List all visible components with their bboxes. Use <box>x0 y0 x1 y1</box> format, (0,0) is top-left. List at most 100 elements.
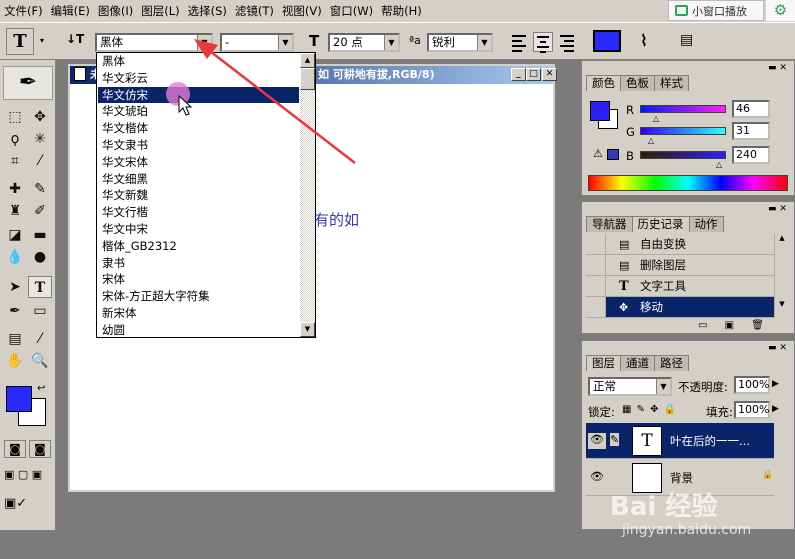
anti-alias-select[interactable]: 锐利 ▼ <box>427 33 493 52</box>
crop-tool-icon[interactable]: ⌗ <box>3 150 27 172</box>
eye-icon[interactable]: 👁 <box>588 433 606 449</box>
gear-icon[interactable]: ⚙ <box>766 0 795 21</box>
scroll-down-button[interactable]: ▼ <box>300 322 315 337</box>
font-option[interactable]: 华文中宋 <box>98 221 299 238</box>
font-option[interactable]: 华文细黑 <box>98 171 299 188</box>
menu-select[interactable]: 选择(S) <box>184 3 231 19</box>
blend-mode-select[interactable]: 正常 ▼ <box>588 377 672 396</box>
color-spectrum-bar[interactable] <box>588 175 788 191</box>
lock-icons[interactable]: ▦ ✎ ✥ 🔒 <box>622 404 676 415</box>
eraser-tool-icon[interactable]: ◪ <box>3 224 27 246</box>
healing-brush-icon[interactable]: ✚ <box>3 178 27 200</box>
canvas-text[interactable]: 有的如 <box>314 209 359 230</box>
font-option[interactable]: 楷体_GB2312 <box>98 238 299 255</box>
tab-navigator[interactable]: 导航器 <box>586 216 633 232</box>
tab-color[interactable]: 颜色 <box>586 75 621 91</box>
menu-view[interactable]: 视图(V) <box>278 3 326 19</box>
menu-image[interactable]: 图像(I) <box>94 3 137 19</box>
history-brush-icon[interactable]: ✐ <box>28 200 52 222</box>
dodge-tool-icon[interactable]: ● <box>28 246 52 268</box>
eye-icon[interactable]: 👁 <box>588 470 606 486</box>
tab-swatches[interactable]: 色板 <box>620 75 655 91</box>
history-scrollbar[interactable]: ▲ ▼ <box>774 234 789 318</box>
history-footer-icons[interactable]: ▭ ▣ 🗑 <box>698 320 764 331</box>
menu-filter[interactable]: 滤镜(T) <box>231 3 278 19</box>
layer-name[interactable]: 背景 <box>670 470 693 486</box>
r-slider-thumb[interactable]: △ <box>653 114 659 123</box>
font-option[interactable]: 隶书 <box>98 255 299 272</box>
jump-to-imageready-icon[interactable]: ▣✓ <box>4 496 27 511</box>
b-value-field[interactable]: 240 <box>732 146 770 164</box>
gradient-tool-icon[interactable]: ▬ <box>28 224 52 246</box>
r-slider[interactable] <box>640 105 726 113</box>
r-value-field[interactable]: 46 <box>732 100 770 118</box>
fill-arrow-icon[interactable]: ▶ <box>772 404 779 414</box>
font-option[interactable]: 华文行楷 <box>98 204 299 221</box>
fill-field[interactable]: 100% <box>734 401 770 419</box>
font-option[interactable]: 宋体 <box>98 271 299 288</box>
palettes-icon[interactable]: ▤ <box>680 32 693 48</box>
maximize-button[interactable]: □ <box>526 68 541 81</box>
font-option[interactable]: 宋体-方正超大字符集 <box>98 288 299 305</box>
pen-tool-icon[interactable]: ✒ <box>3 300 27 322</box>
screen-mode-icon[interactable]: ▣ ▢ ▣ <box>4 468 42 481</box>
brush-link-icon[interactable]: ✎ <box>610 433 620 446</box>
b-slider-thumb[interactable]: △ <box>716 160 722 169</box>
clone-stamp-icon[interactable]: ♜ <box>3 200 27 222</box>
font-option[interactable]: 新宋体 <box>98 305 299 322</box>
layer-name[interactable]: 叶在后的一一... <box>670 433 750 449</box>
menu-window[interactable]: 窗口(W) <box>326 3 377 19</box>
tab-channels[interactable]: 通道 <box>620 355 655 371</box>
type-tool-icon[interactable]: T <box>28 276 52 298</box>
menu-edit[interactable]: 编辑(E) <box>47 3 94 19</box>
align-right-button[interactable] <box>557 32 577 52</box>
quick-mask-icon[interactable]: ◙ <box>29 440 51 458</box>
menu-layer[interactable]: 图层(L) <box>137 3 183 19</box>
tab-styles[interactable]: 样式 <box>654 75 689 91</box>
foreground-color-swatch[interactable] <box>6 386 32 412</box>
notes-tool-icon[interactable]: ▤ <box>3 328 27 350</box>
font-option[interactable]: 幼圆 <box>98 322 299 339</box>
marquee-tool-icon[interactable]: ⬚ <box>3 106 27 128</box>
menu-file[interactable]: 文件(F) <box>0 3 47 19</box>
text-tool-preset-button[interactable]: T <box>6 28 34 55</box>
tab-history[interactable]: 历史记录 <box>631 216 690 232</box>
move-tool-icon[interactable]: ✥ <box>28 106 52 128</box>
tab-actions[interactable]: 动作 <box>688 216 724 232</box>
slice-tool-icon[interactable]: ⁄ <box>28 150 52 172</box>
standard-mode-icon[interactable]: ◙ <box>4 440 26 458</box>
history-item[interactable]: T 文字工具 <box>586 276 774 297</box>
hand-tool-icon[interactable]: ✋ <box>3 350 27 372</box>
shape-tool-icon[interactable]: ▭ <box>28 300 52 322</box>
tab-layers[interactable]: 图层 <box>586 355 621 371</box>
warp-text-icon[interactable]: ⌇ <box>640 31 648 50</box>
b-slider[interactable] <box>640 151 726 159</box>
opacity-arrow-icon[interactable]: ▶ <box>772 379 779 389</box>
close-icon[interactable]: ✕ <box>542 68 557 81</box>
mini-window-play-button[interactable]: 小窗口播放 <box>668 0 764 21</box>
g-slider[interactable] <box>640 127 726 135</box>
minimize-button[interactable]: _ <box>511 68 526 81</box>
opacity-field[interactable]: 100% <box>734 376 770 394</box>
panel-foreground-swatch[interactable] <box>590 101 610 121</box>
menu-help[interactable]: 帮助(H) <box>377 3 426 19</box>
preset-arrow-icon[interactable]: ▾ <box>37 35 47 49</box>
font-option[interactable]: 华文新魏 <box>98 187 299 204</box>
swap-colors-icon[interactable]: ↩ <box>37 383 45 394</box>
brush-tool-icon[interactable]: ✎ <box>28 178 52 200</box>
layer-row-selected[interactable]: 👁 ✎ T 叶在后的一一... <box>586 423 774 459</box>
panel-minimize-button[interactable]: ▬ ✕ <box>768 204 787 214</box>
tab-paths[interactable]: 路径 <box>654 355 689 371</box>
history-item-selected[interactable]: ✥ 移动 <box>586 297 774 318</box>
g-slider-thumb[interactable]: △ <box>648 136 654 145</box>
g-value-field[interactable]: 31 <box>732 122 770 140</box>
path-select-icon[interactable]: ➤ <box>3 276 27 298</box>
text-color-swatch[interactable] <box>593 30 621 52</box>
zoom-tool-icon[interactable]: 🔍 <box>28 350 52 372</box>
align-center-button[interactable] <box>533 32 553 53</box>
text-orientation-icon[interactable]: ↓T <box>66 32 84 46</box>
panel-minimize-button[interactable]: ▬ ✕ <box>768 343 787 353</box>
blur-tool-icon[interactable]: 💧 <box>3 246 27 268</box>
history-item[interactable]: ▤ 删除图层 <box>586 255 774 276</box>
align-left-button[interactable] <box>509 32 529 52</box>
